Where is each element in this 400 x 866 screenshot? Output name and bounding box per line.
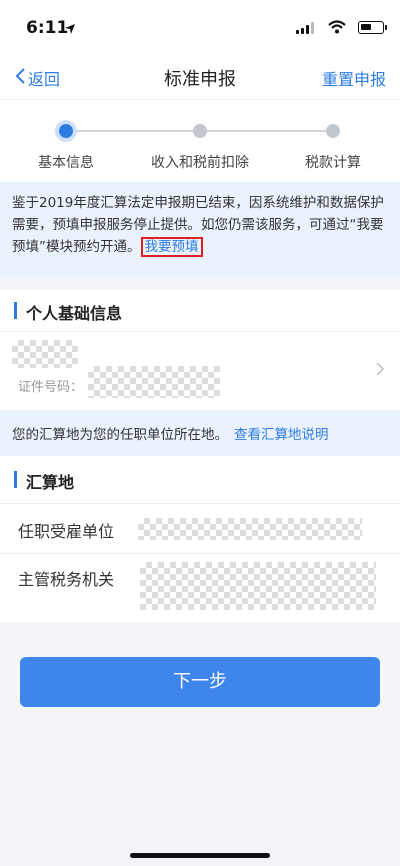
step-2-label: 收入和税前扣除: [151, 155, 249, 171]
settlement-location-note: 您的汇算地为您的任职单位所在地。 查看汇算地说明: [0, 410, 400, 456]
employer-row[interactable]: 任职受雇单位: [0, 504, 400, 554]
cellular-signal-icon: [296, 22, 314, 34]
personal-info-row[interactable]: 证件号码：: [0, 332, 400, 410]
prefill-link[interactable]: 我要预填: [140, 237, 203, 257]
settlement-explanation-link[interactable]: 查看汇算地说明: [234, 427, 329, 443]
redacted-id-number: [88, 366, 220, 398]
step-1-label: 基本信息: [38, 155, 94, 171]
personal-info-title: 个人基础信息: [26, 304, 123, 323]
chevron-right-icon: [376, 360, 385, 381]
next-step-button[interactable]: 下一步: [20, 657, 380, 707]
settlement-title: 汇算地: [26, 473, 75, 492]
step-2-dot: [193, 124, 207, 138]
tax-office-row[interactable]: 主管税务机关: [0, 554, 400, 622]
step-3-label: 税款计算: [305, 155, 361, 171]
progress-steps: 基本信息 收入和税前扣除 税款计算: [0, 100, 400, 182]
section-marker: [14, 471, 17, 488]
tax-office-label: 主管税务机关: [18, 570, 115, 589]
status-time: 6:11: [26, 18, 69, 38]
step-1-dot: [59, 124, 73, 138]
status-bar: 6:11: [0, 0, 400, 54]
step-3-dot: [326, 124, 340, 138]
redacted-name: [12, 340, 78, 368]
id-number-label: 证件号码：: [18, 380, 84, 395]
personal-info-header: 个人基础信息: [0, 290, 400, 332]
employer-label: 任职受雇单位: [18, 522, 115, 541]
wifi-icon: [328, 19, 346, 38]
home-indicator: [130, 853, 270, 858]
redacted-tax-office: [140, 562, 376, 610]
reset-declaration-button[interactable]: 重置申报: [322, 66, 386, 90]
redacted-employer: [138, 518, 362, 540]
step-connector: [66, 130, 200, 132]
location-note-text: 您的汇算地为您的任职单位所在地。: [12, 427, 228, 443]
navigation-bar: 返回 标准申报 重置申报: [0, 54, 400, 100]
battery-icon: [358, 21, 387, 34]
service-notice: 鉴于2019年度汇算法定申报期已结束，因系统维护和数据保护需要，预填申报服务停止…: [0, 182, 400, 278]
section-marker: [14, 302, 17, 319]
step-connector: [200, 130, 333, 132]
location-arrow-icon: [64, 20, 76, 39]
settlement-header: 汇算地: [0, 456, 400, 504]
